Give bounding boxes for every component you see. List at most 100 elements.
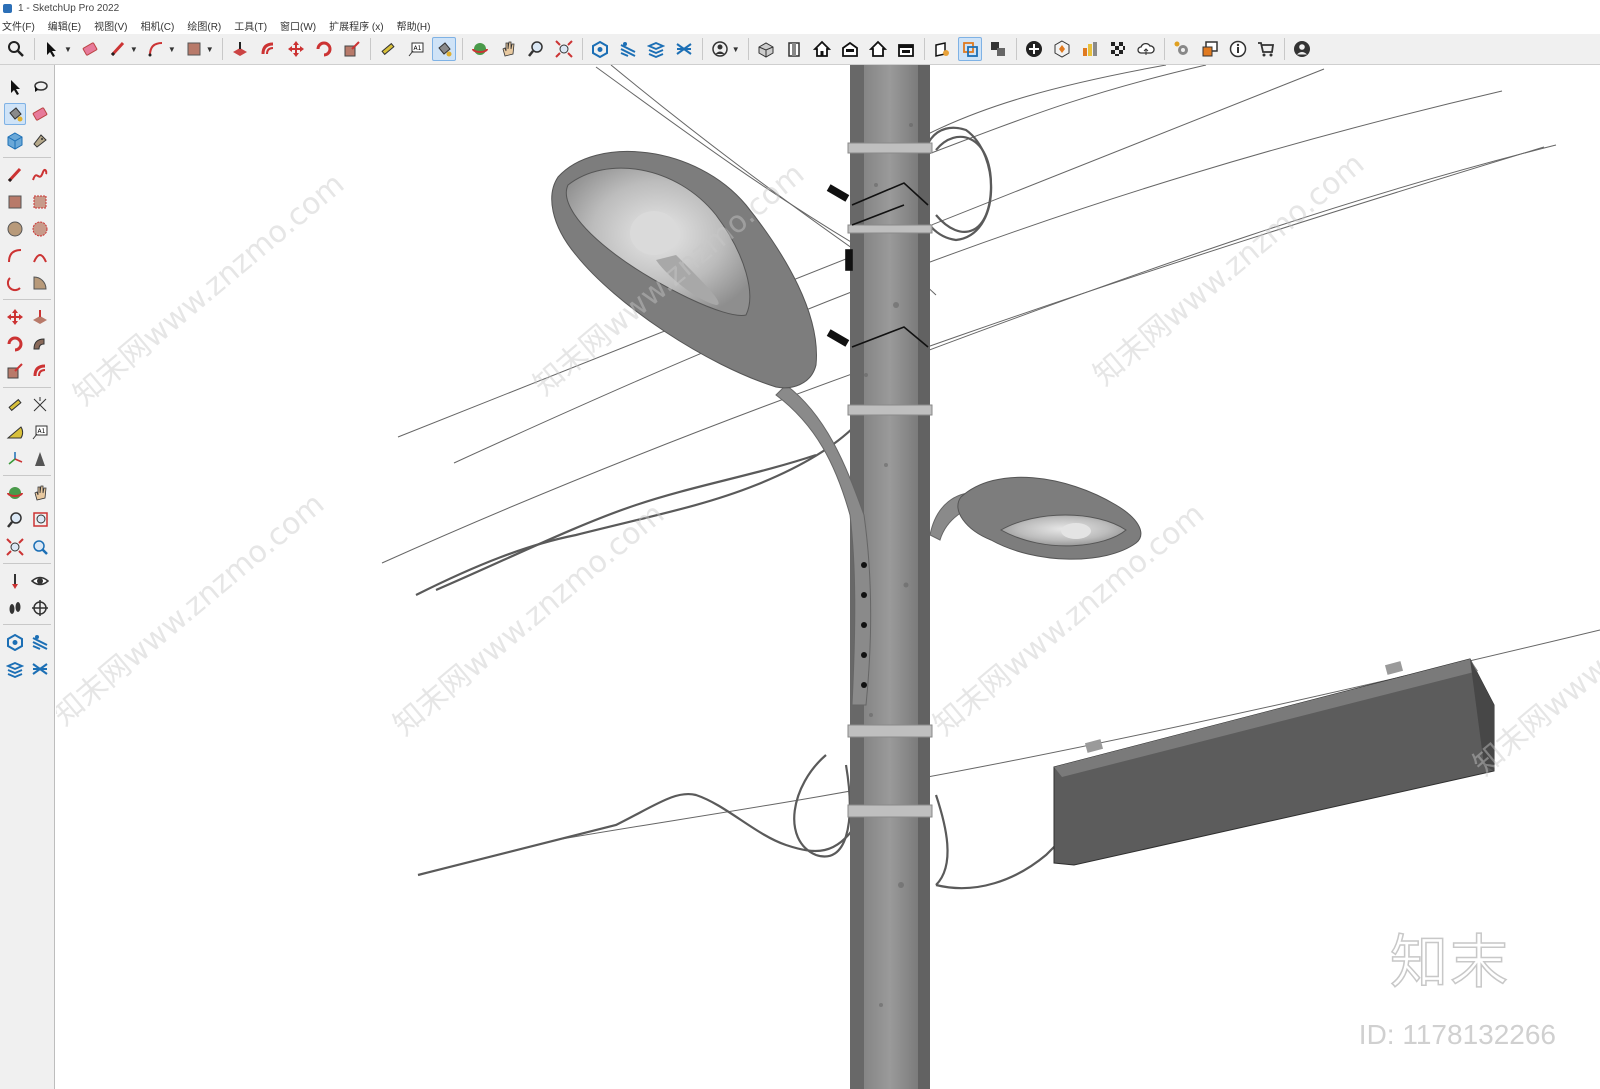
follow-me-icon[interactable] [29,333,51,355]
chevron-down-icon[interactable]: ▼ [130,45,138,54]
right-view-icon[interactable] [838,37,862,61]
freehand-icon[interactable] [29,164,51,186]
menu-tools[interactable]: 工具(T) [234,18,267,33]
style-builder-icon[interactable] [672,37,696,61]
menu-extensions[interactable]: 扩展程序 (x) [329,18,383,33]
chevron-down-icon[interactable]: ▼ [206,45,214,54]
push-pull-icon[interactable] [228,37,252,61]
extension-warehouse-icon[interactable] [29,631,51,653]
3d-text-icon[interactable] [29,448,51,470]
left-view-icon[interactable] [894,37,918,61]
scale-icon[interactable] [4,360,26,382]
layout-icon[interactable] [644,37,668,61]
section-fill-icon[interactable] [986,37,1010,61]
extension-warehouse-icon[interactable] [616,37,640,61]
search-icon[interactable] [4,37,28,61]
move-icon[interactable] [4,306,26,328]
previous-view-icon[interactable] [29,536,51,558]
protractor-icon[interactable] [4,421,26,443]
zoom-extents-icon[interactable] [552,37,576,61]
iso-view-icon[interactable] [754,37,778,61]
zoom-window-icon[interactable] [29,509,51,531]
chevron-down-icon[interactable]: ▼ [732,45,740,54]
rectangle-icon[interactable] [4,191,26,213]
eraser-icon[interactable] [78,37,102,61]
warehouse-icon[interactable] [588,37,612,61]
model-viewport[interactable]: 知末网www.znzmo.com 知末网www.znzmo.com 知末网www… [56,65,1600,1089]
tape-measure-icon[interactable] [4,394,26,416]
cart-icon[interactable] [1254,37,1278,61]
look-around-icon[interactable] [29,570,51,592]
text-icon[interactable]: A1 [29,421,51,443]
offset-icon[interactable] [256,37,280,61]
orbit-icon[interactable] [468,37,492,61]
select-arrow-icon[interactable] [4,76,26,98]
cloud-icon[interactable] [1134,37,1158,61]
menu-camera[interactable]: 相机(C) [140,18,174,33]
arc-icon[interactable] [144,37,168,61]
eraser-icon[interactable] [29,103,51,125]
rotate-icon[interactable] [312,37,336,61]
back-view-icon[interactable] [866,37,890,61]
profile-icon[interactable] [1290,37,1314,61]
menu-help[interactable]: 帮助(H) [397,18,431,33]
menu-draw[interactable]: 绘图(R) [187,18,221,33]
position-camera-icon[interactable] [4,570,26,592]
offset-icon[interactable] [29,360,51,382]
toolbar-separator [1015,38,1017,60]
pie-icon[interactable] [29,272,51,294]
menu-file[interactable]: 文件(F) [2,18,35,33]
rotated-rectangle-icon[interactable] [29,191,51,213]
section-plane-icon[interactable] [930,37,954,61]
scale-icon[interactable] [340,37,364,61]
pan-icon[interactable] [496,37,520,61]
user-account-icon[interactable] [708,37,732,61]
three-point-arc-icon[interactable] [4,272,26,294]
rotate-icon[interactable] [4,333,26,355]
polygon-icon[interactable] [29,218,51,240]
arc-icon[interactable] [4,245,26,267]
pencil-icon[interactable] [4,164,26,186]
layout-icon[interactable] [4,658,26,680]
section-display-icon[interactable] [957,37,982,61]
push-pull-icon[interactable] [29,306,51,328]
pan-icon[interactable] [29,482,51,504]
paint-bucket-icon[interactable] [3,102,26,125]
front-view-icon[interactable] [810,37,834,61]
pencil-icon[interactable] [106,37,130,61]
circle-icon[interactable] [4,218,26,240]
add-location-icon[interactable] [1022,37,1046,61]
chevron-down-icon[interactable]: ▼ [64,45,72,54]
move-icon[interactable] [284,37,308,61]
sandbox-icon[interactable] [1050,37,1074,61]
top-view-icon[interactable] [782,37,806,61]
walk-icon[interactable] [4,597,26,619]
tag-icon[interactable] [29,130,51,152]
layers-icon[interactable] [1078,37,1102,61]
zoom-icon[interactable] [4,509,26,531]
menu-window[interactable]: 窗口(W) [280,18,316,33]
make-component-icon[interactable] [4,130,26,152]
select-arrow-icon[interactable] [40,37,64,61]
section-plane-icon[interactable] [29,597,51,619]
checker-icon[interactable] [1106,37,1130,61]
lasso-select-icon[interactable] [29,76,51,98]
components-icon[interactable] [1198,37,1222,61]
two-point-arc-icon[interactable] [29,245,51,267]
rectangle-icon[interactable] [182,37,206,61]
dimension-icon[interactable] [29,394,51,416]
text-icon[interactable]: A1 [404,37,428,61]
zoom-icon[interactable] [524,37,548,61]
info-icon[interactable] [1226,37,1250,61]
chevron-down-icon[interactable]: ▼ [168,45,176,54]
menu-edit[interactable]: 编辑(E) [48,18,81,33]
tape-measure-icon[interactable] [376,37,400,61]
zoom-extents-icon[interactable] [4,536,26,558]
warehouse-icon[interactable] [4,631,26,653]
settings-icon[interactable] [1170,37,1194,61]
orbit-icon[interactable] [4,482,26,504]
paint-bucket-icon[interactable] [431,37,456,61]
axes-icon[interactable] [4,448,26,470]
style-builder-icon[interactable] [29,658,51,680]
menu-view[interactable]: 视图(V) [94,18,127,33]
